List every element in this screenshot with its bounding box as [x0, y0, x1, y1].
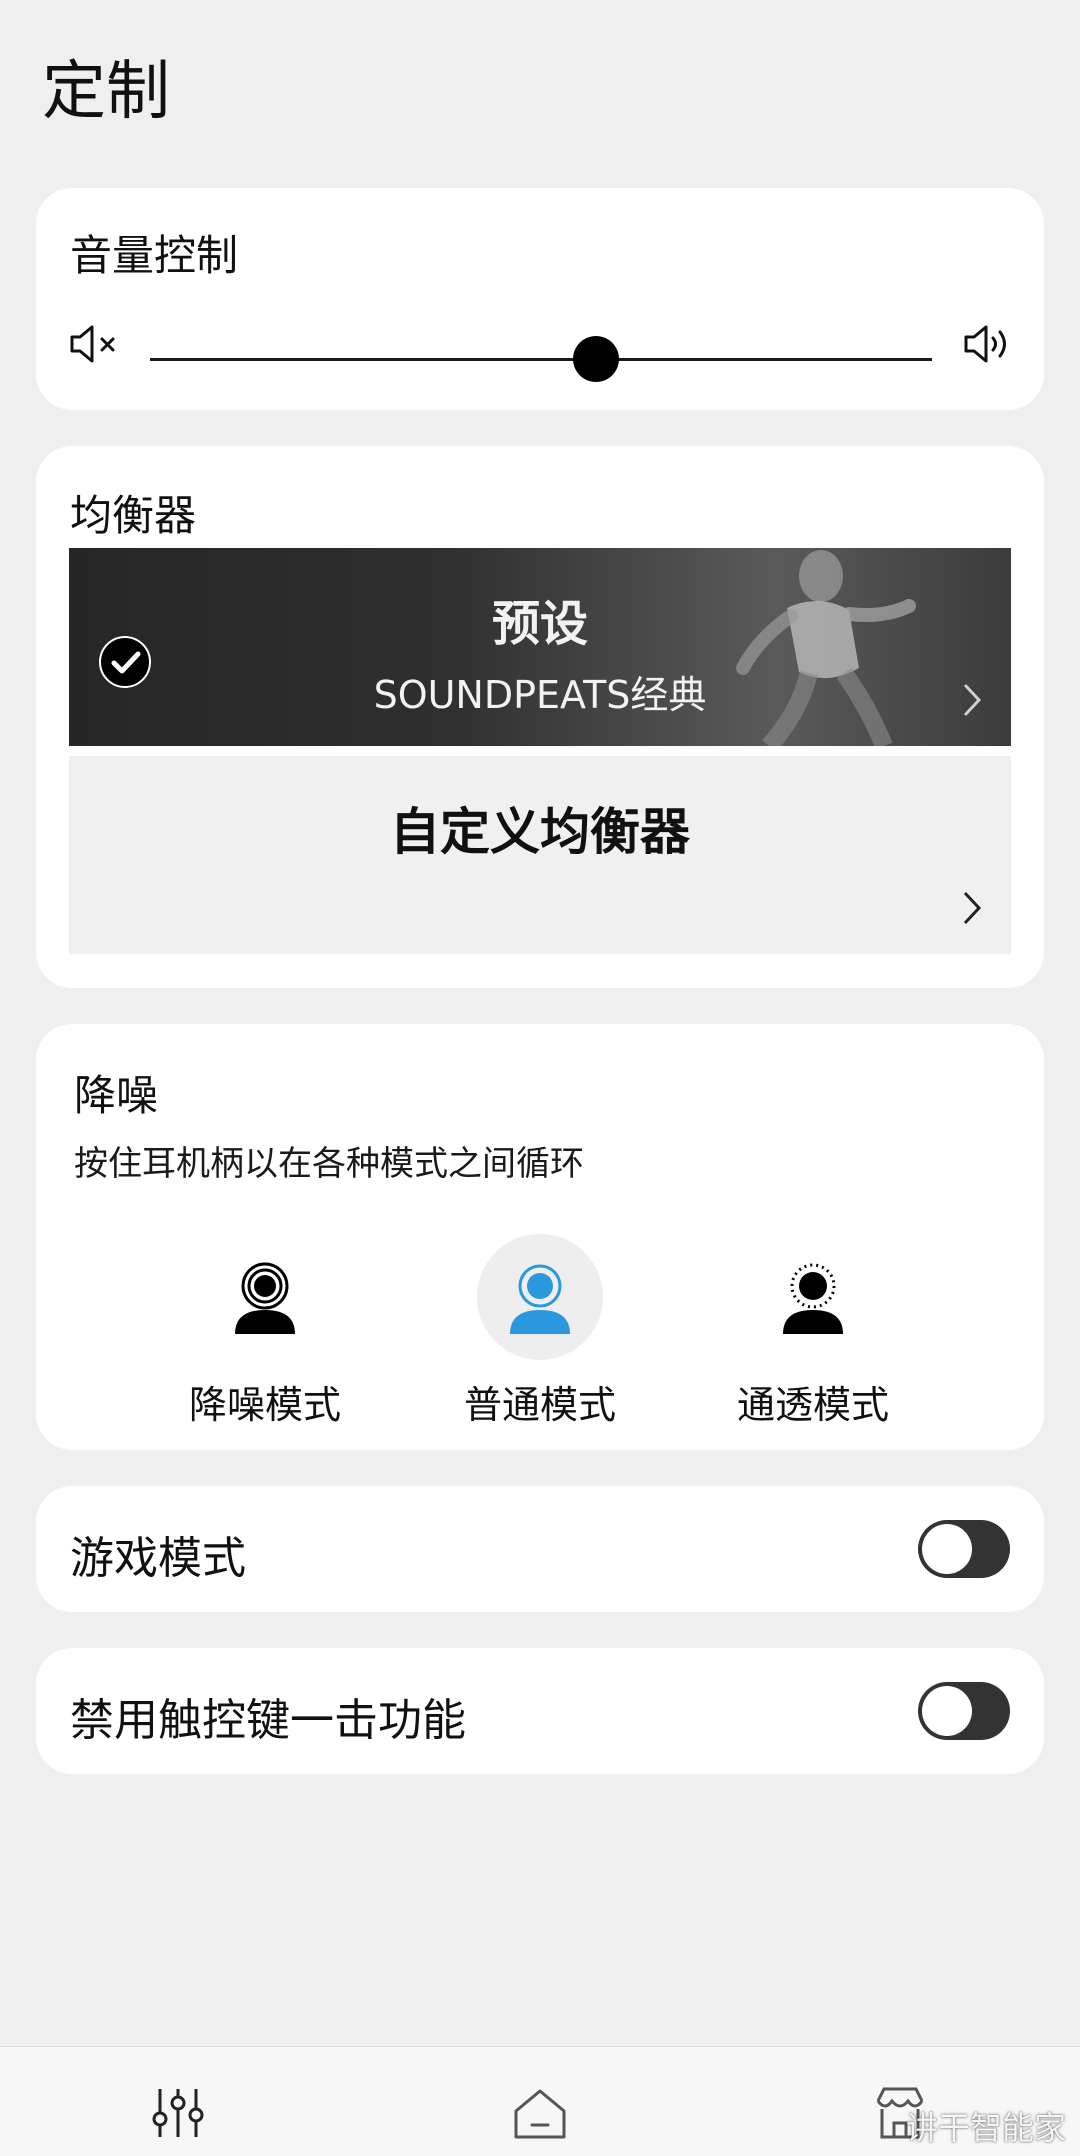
volume-slider-track[interactable] — [150, 358, 932, 361]
disable-touch-label: 禁用触控键一击功能 — [70, 1695, 466, 1746]
mode-noise-cancelling[interactable]: 降噪模式 — [145, 1234, 385, 1434]
mode-transparency[interactable]: 通透模式 — [693, 1234, 933, 1434]
volume-slider-thumb[interactable] — [572, 336, 619, 382]
transparency-icon — [783, 1263, 843, 1334]
equalizer-sliders-icon[interactable] — [148, 2083, 208, 2143]
eq-preset-title: 预设 — [491, 596, 588, 652]
volume-label: 音量控制 — [70, 231, 239, 280]
eq-custom-title: 自定义均衡器 — [390, 803, 690, 861]
noise-cancelling-icon — [235, 1262, 295, 1334]
mode-icon-container — [750, 1234, 876, 1360]
eq-preset-tile[interactable]: 预设 SOUNDPEATS经典 — [69, 548, 1011, 746]
watermark: 讲干智能家 — [905, 2109, 1066, 2147]
disable-touch-card: 禁用触控键一击功能 — [36, 1648, 1044, 1774]
disable-touch-toggle[interactable] — [918, 1682, 1010, 1740]
game-mode-toggle[interactable] — [918, 1520, 1010, 1578]
eq-custom-tile[interactable]: 自定义均衡器 — [69, 756, 1011, 954]
mode-normal[interactable]: 普通模式 — [420, 1234, 660, 1434]
eq-preset-subtitle: SOUNDPEATS经典 — [373, 673, 707, 717]
chevron-right-icon — [963, 683, 982, 717]
mode-label: 普通模式 — [463, 1383, 616, 1427]
volume-card: 音量控制 — [36, 188, 1044, 410]
toggle-knob — [922, 1524, 972, 1574]
noise-description: 按住耳机柄以在各种模式之间循环 — [74, 1144, 584, 1184]
noise-control-card: 降噪 按住耳机柄以在各种模式之间循环 降噪模式 普通模式 通透模式 — [36, 1024, 1044, 1450]
game-mode-label: 游戏模式 — [70, 1533, 246, 1584]
volume-up-icon[interactable] — [962, 322, 1016, 366]
mode-icon-container — [202, 1234, 328, 1360]
equalizer-label: 均衡器 — [70, 491, 197, 540]
mode-label: 通透模式 — [736, 1383, 889, 1427]
volume-mute-icon[interactable] — [68, 322, 122, 366]
normal-mode-icon — [510, 1264, 570, 1334]
chevron-right-icon — [963, 891, 982, 925]
home-icon[interactable] — [510, 2083, 570, 2143]
equalizer-card: 均衡器 预设 SOUNDPEATS经典 自定义均衡器 — [36, 446, 1044, 988]
mode-label: 降噪模式 — [188, 1383, 341, 1427]
toggle-knob — [922, 1686, 972, 1736]
page-title: 定制 — [42, 55, 170, 129]
noise-label: 降噪 — [74, 1071, 159, 1120]
game-mode-card: 游戏模式 — [36, 1486, 1044, 1612]
mode-icon-container — [477, 1234, 603, 1360]
